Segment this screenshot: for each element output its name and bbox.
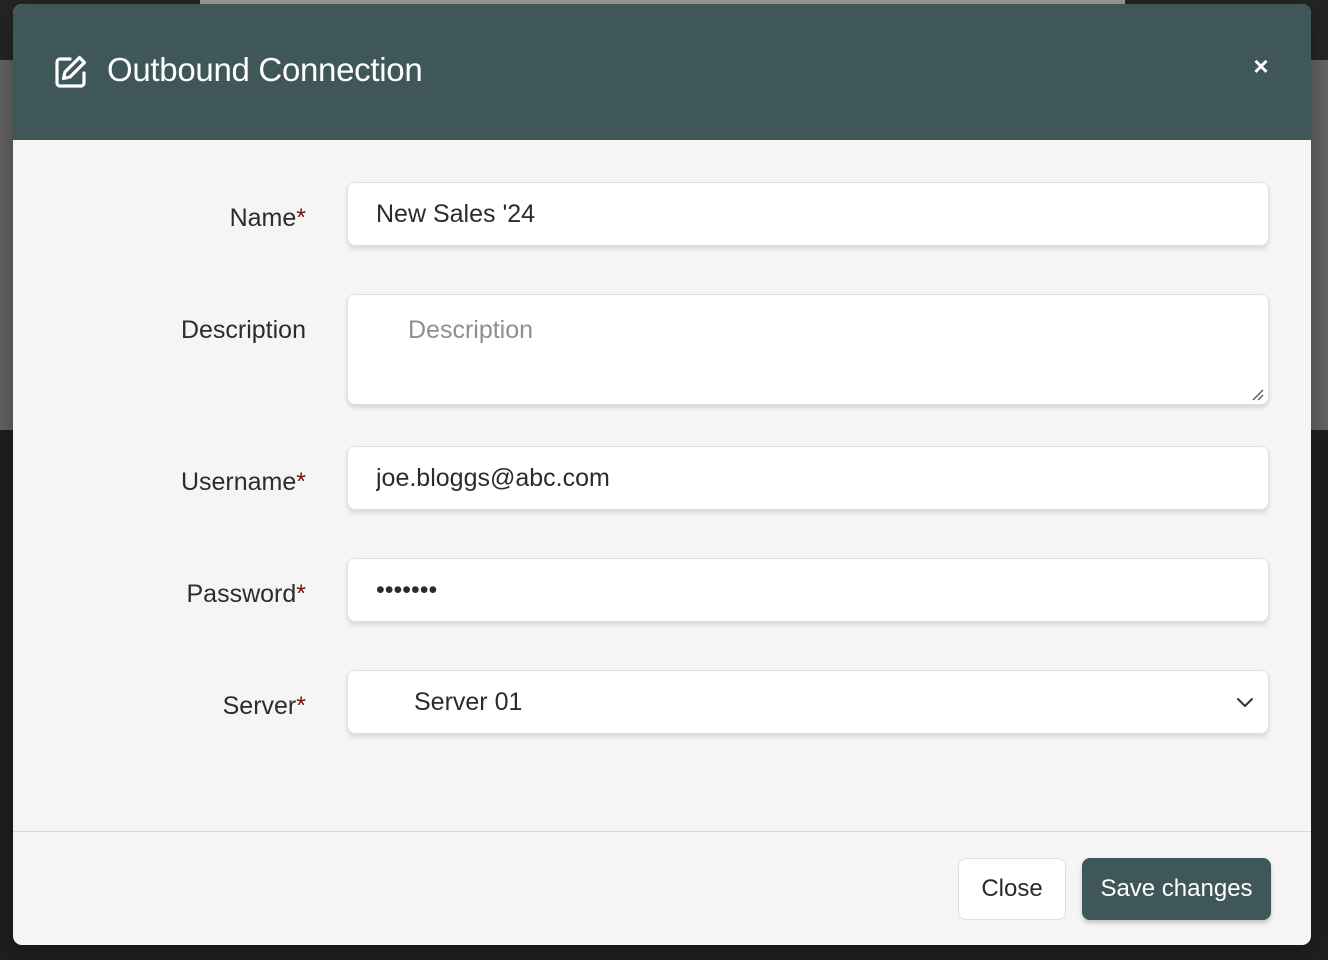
- modal-footer: Close Save changes: [13, 832, 1311, 945]
- required-marker: *: [296, 468, 306, 496]
- required-marker: *: [296, 692, 306, 720]
- server-label: Server*: [222, 692, 306, 720]
- description-textarea[interactable]: [347, 294, 1269, 405]
- close-icon[interactable]: ×: [1249, 53, 1273, 79]
- modal-body: Name* Description Username* Password* Se…: [13, 140, 1311, 830]
- description-label: Description: [180, 316, 306, 344]
- save-changes-button[interactable]: Save changes: [1082, 858, 1271, 920]
- required-marker: *: [296, 204, 306, 232]
- server-select[interactable]: Server 01: [347, 670, 1269, 734]
- modal-title: Outbound Connection: [107, 51, 423, 88]
- name-input[interactable]: [347, 182, 1269, 246]
- outbound-connection-modal: Outbound Connection × Name* Description …: [13, 4, 1311, 945]
- username-input[interactable]: [347, 446, 1269, 510]
- resize-grip-icon[interactable]: [1249, 386, 1265, 402]
- username-label: Username*: [180, 468, 306, 496]
- modal-header: Outbound Connection ×: [13, 4, 1311, 140]
- close-button[interactable]: Close: [958, 858, 1066, 920]
- password-input[interactable]: [347, 558, 1269, 622]
- edit-square-icon: [53, 54, 89, 90]
- required-marker: *: [296, 580, 306, 608]
- server-select-wrapper: Server 01: [347, 670, 1269, 734]
- name-label: Name*: [229, 204, 306, 232]
- password-label: Password*: [186, 580, 307, 608]
